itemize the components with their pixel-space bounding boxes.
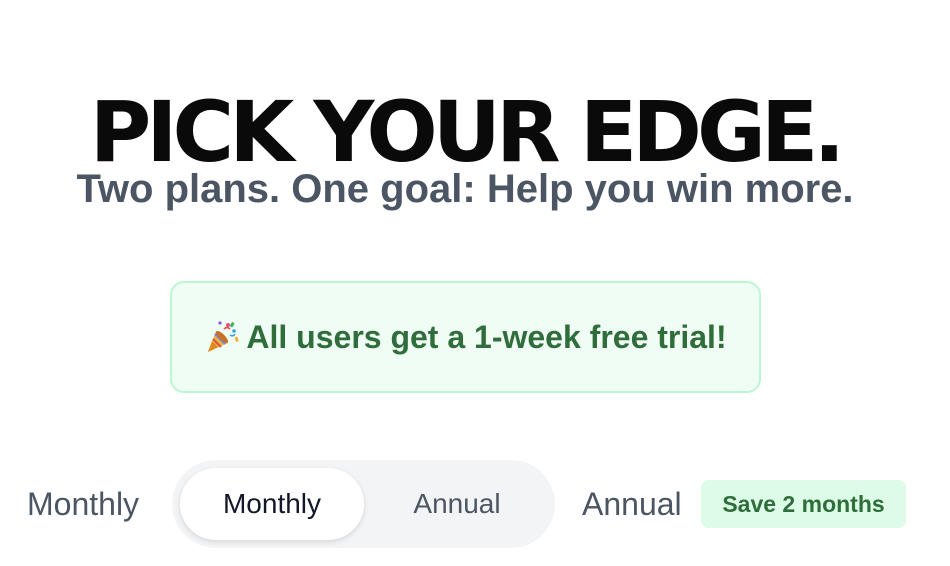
annual-label: Annual <box>582 486 682 522</box>
save-months-badge: Save 2 months <box>701 480 906 528</box>
toggle-monthly-option[interactable]: Monthly <box>180 468 364 540</box>
billing-period-toggle[interactable]: Monthly Annual <box>172 460 555 548</box>
monthly-label: Monthly <box>27 486 140 522</box>
free-trial-banner: All users get a 1-week free trial! <box>170 281 761 393</box>
page-subtitle: Two plans. One goal: Help you win more. <box>76 167 854 211</box>
free-trial-text: All users get a 1-week free trial! <box>246 318 727 355</box>
party-popper-icon <box>204 319 240 355</box>
toggle-annual-option[interactable]: Annual <box>368 468 546 540</box>
